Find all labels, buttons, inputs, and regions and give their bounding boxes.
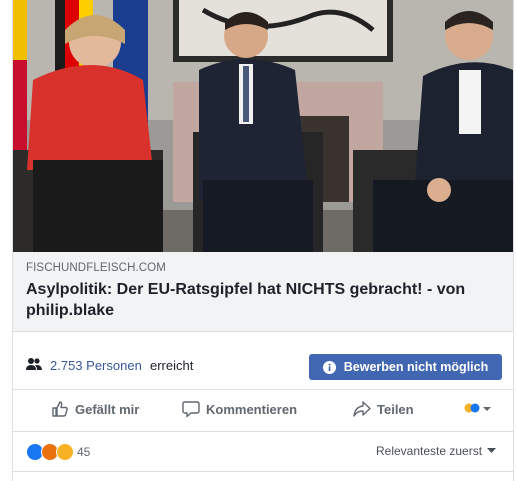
people-icon (26, 357, 42, 376)
boost-button-label: Bewerben nicht möglich (343, 360, 489, 374)
comment-sort-dropdown[interactable]: Relevanteste zuerst (376, 444, 497, 458)
reach-label: erreicht (150, 358, 194, 373)
comment-label: Kommentieren (206, 401, 298, 417)
haha-reaction-icon (56, 443, 74, 461)
sort-label: Relevanteste zuerst (376, 444, 483, 458)
link-preview-meta[interactable]: FISCHUNDFLEISCH.COM Asylpolitik: Der EU-… (13, 252, 513, 332)
reaction-chevron-icon (464, 403, 491, 413)
share-label: Teilen (377, 401, 414, 417)
link-preview-image[interactable] (13, 0, 513, 252)
reach-bar: 2.753 Personen erreicht Bewerben nicht m… (13, 342, 513, 390)
divider (13, 471, 513, 472)
reaction-count[interactable]: 45 (77, 445, 90, 459)
share-arrow-icon (353, 401, 371, 417)
share-button[interactable]: Teilen (353, 400, 414, 418)
reaction-icons[interactable] (26, 443, 74, 461)
post-action-bar: Gefällt mir Kommentieren Teilen (13, 390, 513, 432)
chevron-down-icon (487, 448, 497, 453)
like-button[interactable]: Gefällt mir (51, 400, 139, 418)
politicians-meeting-photo (13, 0, 513, 252)
like-label: Gefällt mir (75, 401, 140, 417)
reactions-summary: 45 Relevanteste zuerst (13, 432, 513, 472)
info-icon (322, 360, 336, 374)
link-domain: FISCHUNDFLEISCH.COM (26, 262, 166, 274)
link-post-card: FISCHUNDFLEISCH.COM Asylpolitik: Der EU-… (12, 0, 514, 481)
thumbs-up-icon (52, 401, 68, 417)
reaction-picker-dropdown[interactable] (464, 402, 498, 416)
comment-button[interactable]: Kommentieren (182, 400, 297, 418)
comment-bubble-icon (182, 401, 200, 418)
boost-post-button[interactable]: Bewerben nicht möglich (309, 354, 502, 380)
reach-count-link[interactable]: 2.753 Personen (50, 358, 142, 373)
link-title[interactable]: Asylpolitik: Der EU-Ratsgipfel hat NICHT… (26, 279, 496, 321)
